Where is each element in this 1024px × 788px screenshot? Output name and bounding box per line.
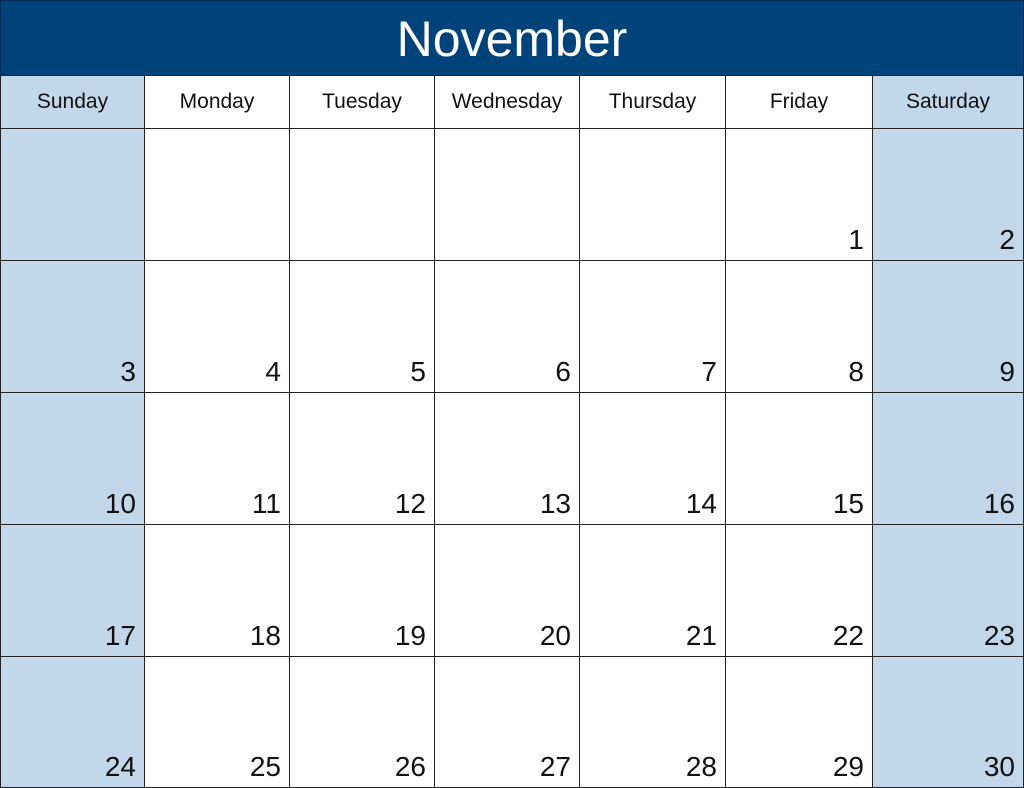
day-cell[interactable]: 22 — [726, 525, 873, 657]
day-cell[interactable]: 15 — [726, 393, 873, 525]
day-number: 17 — [104, 620, 136, 651]
day-cell[interactable]: 18 — [145, 525, 290, 657]
day-cell[interactable]: 3 — [0, 261, 145, 393]
day-cell[interactable]: 10 — [0, 393, 145, 525]
day-number: 21 — [685, 620, 717, 651]
calendar: November Sunday Monday Tuesday Wednesday Thu… — [0, 0, 1024, 788]
day-number: 15 — [832, 488, 864, 519]
day-number: 9 — [999, 356, 1015, 387]
day-number: 5 — [410, 356, 426, 387]
day-cell[interactable]: 23 — [873, 525, 1024, 657]
calendar-grid: Sunday Monday Tuesday Wednesday Thursday Frid… — [0, 76, 1024, 788]
day-cell[interactable]: 21 — [580, 525, 726, 657]
day-cell[interactable]: 6 — [435, 261, 580, 393]
day-number: 13 — [539, 488, 571, 519]
day-cell[interactable]: 13 — [435, 393, 580, 525]
day-cell[interactable]: 2 — [873, 129, 1024, 261]
day-cell[interactable] — [435, 129, 580, 261]
day-number: 30 — [983, 751, 1015, 782]
day-number: 3 — [120, 356, 136, 387]
day-number: 12 — [394, 488, 426, 519]
day-number: 10 — [104, 488, 136, 519]
day-cell[interactable]: 4 — [145, 261, 290, 393]
day-header-friday: Friday — [726, 76, 873, 129]
day-number: 23 — [983, 620, 1015, 651]
day-cell[interactable]: 9 — [873, 261, 1024, 393]
day-number: 11 — [251, 488, 281, 519]
day-cell[interactable]: 16 — [873, 393, 1024, 525]
day-cell[interactable]: 25 — [145, 657, 290, 788]
day-number: 19 — [394, 620, 426, 651]
day-header-wednesday: Wednesday — [435, 76, 580, 129]
day-cell[interactable]: 29 — [726, 657, 873, 788]
day-cell[interactable]: 28 — [580, 657, 726, 788]
day-cell[interactable]: 30 — [873, 657, 1024, 788]
day-number: 27 — [539, 751, 571, 782]
day-cell[interactable]: 27 — [435, 657, 580, 788]
day-cell[interactable]: 12 — [290, 393, 435, 525]
day-number: 14 — [685, 488, 717, 519]
day-cell[interactable]: 1 — [726, 129, 873, 261]
day-cell[interactable]: 19 — [290, 525, 435, 657]
day-number: 20 — [539, 620, 571, 651]
day-number: 18 — [249, 620, 281, 651]
day-header-sunday: Sunday — [0, 76, 145, 129]
day-cell[interactable]: 24 — [0, 657, 145, 788]
day-cell[interactable]: 7 — [580, 261, 726, 393]
day-number: 24 — [104, 751, 136, 782]
day-number: 16 — [983, 488, 1015, 519]
day-header-tuesday: Tuesday — [290, 76, 435, 129]
day-cell[interactable]: 20 — [435, 525, 580, 657]
day-header-saturday: Saturday — [873, 76, 1024, 129]
day-cell[interactable]: 11 — [145, 393, 290, 525]
day-number: 7 — [701, 356, 717, 387]
day-header-monday: Monday — [145, 76, 290, 129]
day-number: 26 — [394, 751, 426, 782]
day-cell[interactable]: 5 — [290, 261, 435, 393]
day-cell[interactable] — [290, 129, 435, 261]
day-cell[interactable]: 14 — [580, 393, 726, 525]
day-number: 4 — [265, 356, 281, 387]
day-number: 1 — [848, 224, 864, 255]
day-number: 8 — [848, 356, 864, 387]
day-cell[interactable] — [145, 129, 290, 261]
day-cell[interactable]: 17 — [0, 525, 145, 657]
day-cell[interactable]: 8 — [726, 261, 873, 393]
day-header-thursday: Thursday — [580, 76, 726, 129]
day-cell[interactable]: 26 — [290, 657, 435, 788]
day-cell[interactable] — [580, 129, 726, 261]
day-number: 25 — [249, 751, 281, 782]
day-number: 6 — [555, 356, 571, 387]
day-number: 29 — [832, 751, 864, 782]
day-cell[interactable] — [0, 129, 145, 261]
day-number: 28 — [685, 751, 717, 782]
day-number: 22 — [832, 620, 864, 651]
day-number: 2 — [999, 224, 1015, 255]
month-title: November — [0, 0, 1024, 76]
